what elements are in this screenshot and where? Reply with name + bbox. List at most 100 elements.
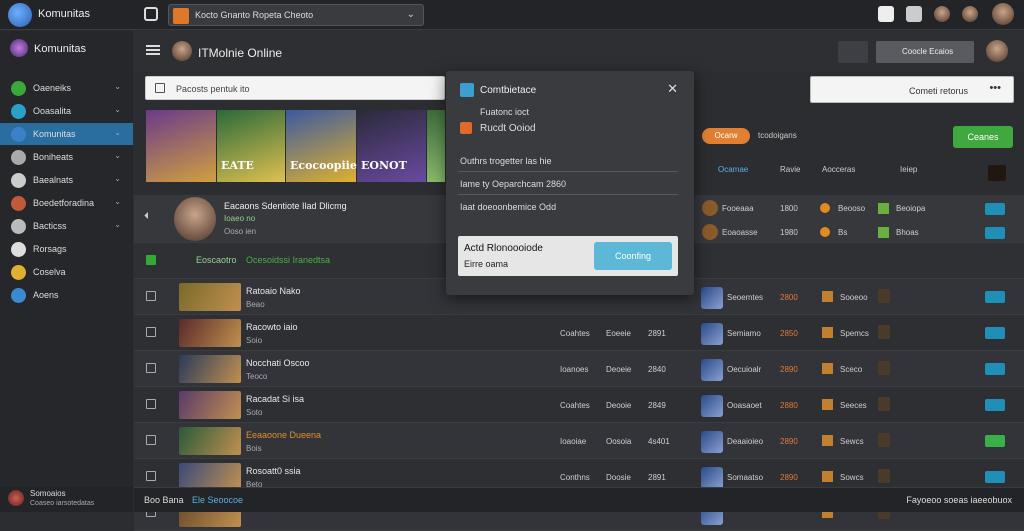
- sidebar-item[interactable]: Rorsags: [0, 238, 133, 260]
- header-user-avatar[interactable]: [986, 40, 1008, 62]
- row-col4: Seoemtes: [727, 293, 764, 302]
- view-toggle-button[interactable]: [838, 41, 868, 63]
- row-col4: Ooasaoet: [727, 401, 762, 410]
- app-logo: [8, 3, 32, 27]
- row-col1: Ioaoiae: [560, 437, 587, 446]
- row-avatar: [701, 431, 723, 453]
- sidebar-item-icon: [11, 288, 26, 303]
- more-icon[interactable]: •••: [989, 82, 1001, 94]
- status-tag[interactable]: [985, 471, 1005, 483]
- sidebar-item[interactable]: Boedetforadina ⌄: [0, 192, 133, 214]
- notice-confirm-button[interactable]: Coonfing: [594, 242, 672, 270]
- sidebar-item[interactable]: Oaeneiks ⌄: [0, 77, 133, 99]
- bottom-bar: Boo Bana Ele Seoocoe Fayoeoo soeas iaeeo…: [134, 487, 1024, 512]
- search-placeholder: Pacosts pentuk ito: [176, 84, 250, 94]
- community-panel: Comtbietace ✕ Fuatonc ioct Rucdt Ooiod O…: [446, 71, 694, 295]
- sidebar-item[interactable]: Boniheats ⌄: [0, 146, 133, 168]
- column-header[interactable]: Aocceras: [822, 165, 855, 174]
- friend-avatar-1[interactable]: [934, 6, 950, 22]
- expand-icon[interactable]: ⏴: [144, 211, 149, 222]
- row-col6: Sceco: [840, 365, 863, 374]
- status-tag[interactable]: [985, 399, 1005, 411]
- banner-label: EONOT: [361, 159, 407, 172]
- status-tag[interactable]: [985, 363, 1005, 375]
- sidebar-item[interactable]: Baealnats ⌄: [0, 169, 133, 191]
- row-checkbox[interactable]: [146, 327, 156, 337]
- game-banner[interactable]: Ecocoopiie: [286, 110, 357, 182]
- table-row[interactable]: Racowto iaio Soio Coahtes Eoeeie 2891 Semiamo…: [134, 315, 1024, 351]
- filter-dropdown[interactable]: Cometi retorus •••: [810, 76, 1014, 103]
- coin-icon: [822, 399, 833, 410]
- home-icon[interactable]: [144, 7, 158, 21]
- table-row[interactable]: Racadat Si isa Soto Coahtes Deooie 2849 Ooasa…: [134, 387, 1024, 423]
- game-banner[interactable]: [427, 110, 445, 182]
- column-header[interactable]: Ocamae: [718, 165, 748, 174]
- sidebar-header[interactable]: Komunitas: [10, 39, 130, 59]
- user-name: Somoaios: [30, 489, 66, 498]
- friend-avatar-2[interactable]: [962, 6, 978, 22]
- promo-badge[interactable]: Ocarw: [702, 128, 750, 144]
- row-col6: Sooeoo: [840, 293, 868, 302]
- table-row[interactable]: Eeaaoone Dueena Bois Ioaoiae Oosoia 4s401 Dea…: [134, 423, 1024, 459]
- status-tag[interactable]: [985, 291, 1005, 303]
- app-title: Komunitas: [38, 8, 90, 20]
- column-header[interactable]: Ieiep: [900, 165, 917, 174]
- row-value-d: Bhoas: [896, 228, 919, 237]
- share-icon[interactable]: [906, 6, 922, 22]
- row-sub: Soio: [246, 336, 263, 345]
- row-checkbox[interactable]: [146, 399, 156, 409]
- sidebar-item[interactable]: Bacticss ⌄: [0, 215, 133, 237]
- panel-divider: [458, 171, 678, 172]
- status-tag[interactable]: [985, 327, 1005, 339]
- sidebar-item-icon: [11, 219, 26, 234]
- notice-title: Actd Rlonoooiode: [464, 243, 543, 254]
- sidebar-item-label: Oaeneiks: [33, 83, 72, 93]
- coin-icon: [822, 435, 833, 446]
- sidebar-item-icon: [11, 173, 26, 188]
- featured-name: Eacaons Sdentiote Ilad Dlicmg: [224, 201, 347, 211]
- row-checkbox[interactable]: [146, 255, 156, 265]
- user-avatar-small[interactable]: [8, 490, 24, 506]
- row-name: Ratoaio Nako: [246, 286, 301, 296]
- row-col5: 2890: [780, 365, 798, 374]
- status-tag[interactable]: [985, 203, 1005, 215]
- row-col3: 2891: [648, 329, 666, 338]
- sidebar-item[interactable]: Coselva: [0, 261, 133, 283]
- row-col2: Doosie: [606, 473, 631, 482]
- user-avatar[interactable]: [992, 3, 1014, 25]
- notification-icon[interactable]: [878, 6, 894, 22]
- row-checkbox[interactable]: [146, 363, 156, 373]
- sidebar-footer: Somoaios Coaseo iarsotedatas: [0, 487, 133, 512]
- sidebar-item-label: Boedetforadina: [33, 198, 95, 208]
- close-icon[interactable]: ✕: [667, 81, 678, 97]
- row-col4: Somaatso: [727, 473, 764, 482]
- game-banner[interactable]: [146, 110, 216, 182]
- status-tag[interactable]: [985, 435, 1005, 447]
- sidebar-item-icon: [11, 265, 26, 280]
- tab-selector[interactable]: Kocto Gnanto Ropeta Cheoto ⌄: [168, 4, 424, 26]
- sidebar-item[interactable]: Komunitas ⌄: [0, 123, 133, 145]
- primary-action-button[interactable]: Ceanes: [953, 126, 1013, 148]
- status-tag[interactable]: [985, 227, 1005, 239]
- sidebar-item[interactable]: Aoens: [0, 284, 133, 306]
- column-header[interactable]: Ravie: [780, 165, 800, 174]
- row-checkbox[interactable]: [146, 471, 156, 481]
- featured-sub1: Ioaeo no: [224, 214, 256, 223]
- header-action-button[interactable]: Coocle Ecaios: [876, 41, 974, 63]
- row-col1: Ioanoes: [560, 365, 589, 374]
- search-icon: [155, 83, 165, 93]
- sidebar-item[interactable]: Ooasalita ⌄: [0, 100, 133, 122]
- row-col6: Sowcs: [840, 473, 864, 482]
- game-banner[interactable]: EATE: [217, 110, 285, 182]
- sidebar-item-label: Boniheats: [33, 152, 74, 162]
- row-avatar: [701, 395, 723, 417]
- row-checkbox[interactable]: [146, 435, 156, 445]
- menu-icon[interactable]: [146, 45, 160, 55]
- panel-title: Comtbietace: [480, 85, 537, 96]
- row-checkbox[interactable]: [146, 291, 156, 301]
- bottom-mid-text[interactable]: Ele Seoocoe: [192, 495, 243, 505]
- game-banner[interactable]: EONOT: [357, 110, 426, 182]
- settings-icon[interactable]: [988, 165, 1006, 181]
- table-row[interactable]: Nocchati Oscoo Teoco Ioanoes Deoeie 2840 Oecu…: [134, 351, 1024, 387]
- search-input[interactable]: Pacosts pentuk ito: [145, 76, 445, 100]
